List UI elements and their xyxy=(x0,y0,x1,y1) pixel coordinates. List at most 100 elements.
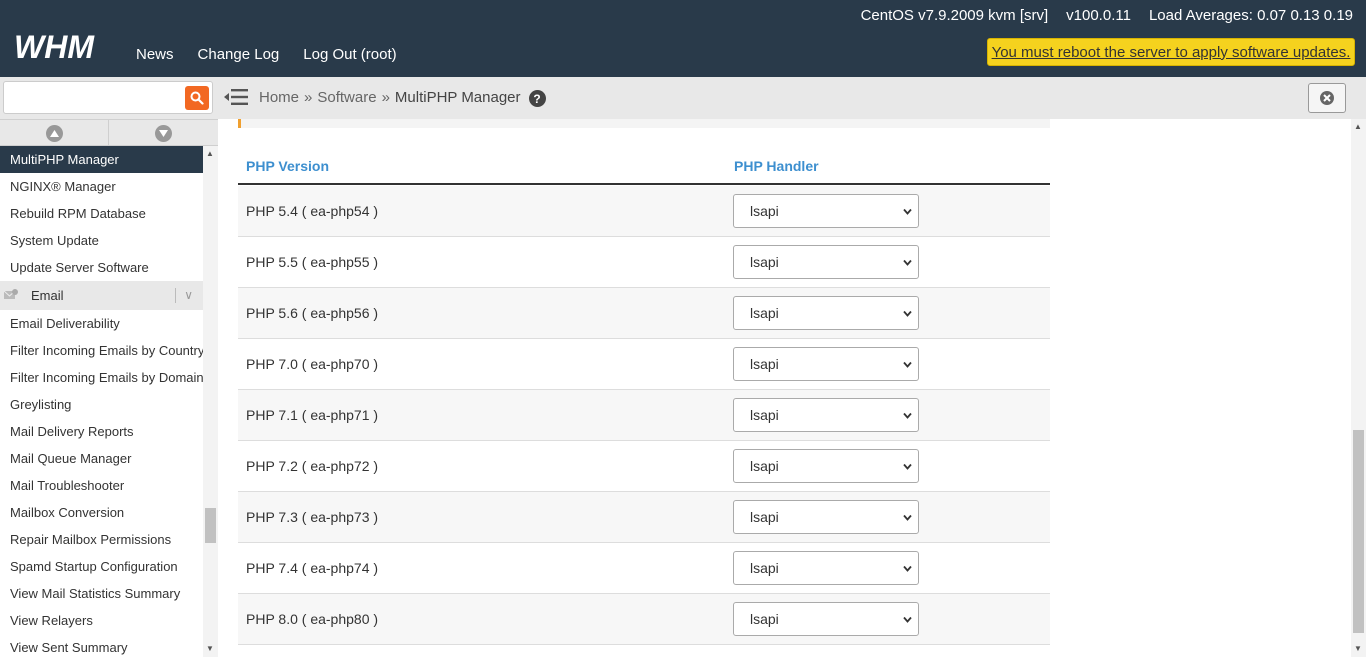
sidebar-search-bar xyxy=(0,77,218,119)
php-version-label: PHP 7.2 ( ea-php72 ) xyxy=(246,458,379,474)
breadcrumb-home-link[interactable]: Home xyxy=(259,89,299,106)
notice-strip xyxy=(238,119,1050,128)
reboot-notice-link[interactable]: You must reboot the server to apply soft… xyxy=(987,38,1355,66)
search-icon xyxy=(190,91,204,105)
top-header: WHM News Change Log Log Out (root) CentO… xyxy=(0,0,1366,77)
chevron-up-icon xyxy=(49,129,59,137)
chevron-down-icon xyxy=(903,616,912,623)
php-handler-select[interactable]: lsapi xyxy=(733,449,919,483)
breadcrumb-separator: » xyxy=(304,89,313,106)
scroll-down-arrow-icon[interactable]: ▼ xyxy=(1354,644,1362,653)
chevron-down-icon xyxy=(903,412,912,419)
svg-text:WHM: WHM xyxy=(14,30,95,64)
sidebar-scroll-down-button[interactable] xyxy=(109,120,218,146)
main-scrollbar[interactable]: ▲ ▼ xyxy=(1351,119,1366,657)
php-version-label: PHP 8.0 ( ea-php80 ) xyxy=(246,611,379,627)
load-averages: Load Averages: 0.07 0.13 0.19 xyxy=(1148,7,1353,24)
chevron-down-icon xyxy=(903,259,912,266)
sidebar-item-mail-queue-manager[interactable]: Mail Queue Manager xyxy=(0,445,203,472)
chevron-down-icon xyxy=(903,310,912,317)
php-handler-select[interactable]: lsapi xyxy=(733,245,919,279)
sidebar-scroll-up-button[interactable] xyxy=(0,120,109,146)
chevron-down-icon[interactable]: ∨ xyxy=(184,281,193,310)
chevron-down-icon xyxy=(903,463,912,470)
sidebar-item-multiphp-manager[interactable]: MultiPHP Manager xyxy=(0,146,203,173)
whm-logo[interactable]: WHM xyxy=(14,30,118,64)
chevron-down-icon xyxy=(903,361,912,368)
table-row: PHP 7.1 ( ea-php71 ) lsapi xyxy=(238,390,1050,441)
menu-toggle-icon[interactable] xyxy=(224,87,248,107)
sidebar-item-email-deliverability[interactable]: Email Deliverability xyxy=(0,310,203,337)
sidebar-scroll-thumb[interactable] xyxy=(205,508,216,543)
sidebar-item-mail-delivery-reports[interactable]: Mail Delivery Reports xyxy=(0,418,203,445)
table-header: PHP Version PHP Handler xyxy=(238,150,1050,185)
nav-news-link[interactable]: News xyxy=(136,46,174,63)
php-version-label: PHP 5.5 ( ea-php55 ) xyxy=(246,254,379,270)
sidebar-item-system-update[interactable]: System Update xyxy=(0,227,203,254)
os-info: CentOS v7.9.2009 kvm [srv] xyxy=(860,7,1049,24)
php-version-label: PHP 7.0 ( ea-php70 ) xyxy=(246,356,379,372)
chevron-down-icon xyxy=(903,514,912,521)
sidebar-item-spamd-startup-config[interactable]: Spamd Startup Configuration xyxy=(0,553,203,580)
scroll-up-arrow-icon[interactable]: ▲ xyxy=(206,149,214,158)
breadcrumb-bar: Home » Software » MultiPHP Manager ? xyxy=(218,77,1366,119)
chevron-down-icon xyxy=(903,208,912,215)
top-nav: News Change Log Log Out (root) xyxy=(136,46,421,63)
php-handler-table: PHP 5.4 ( ea-php54 ) lsapi PHP 5.5 ( ea-… xyxy=(238,186,1050,645)
column-header-php-handler[interactable]: PHP Handler xyxy=(734,158,819,174)
table-row: PHP 8.0 ( ea-php80 ) lsapi xyxy=(238,594,1050,645)
sidebar-item-view-mail-statistics[interactable]: View Mail Statistics Summary xyxy=(0,580,203,607)
chevron-down-icon xyxy=(159,129,168,137)
search-button[interactable] xyxy=(185,86,209,110)
scroll-up-arrow-icon[interactable]: ▲ xyxy=(1354,122,1362,131)
close-button[interactable] xyxy=(1308,83,1346,113)
sidebar-item-view-sent-summary[interactable]: View Sent Summary xyxy=(0,634,203,657)
sidebar-item-mailbox-conversion[interactable]: Mailbox Conversion xyxy=(0,499,203,526)
breadcrumb-separator: » xyxy=(381,89,390,106)
table-row: PHP 5.4 ( ea-php54 ) lsapi xyxy=(238,186,1050,237)
email-category-icon xyxy=(4,289,18,299)
sidebar-category-email[interactable]: Email ∨ xyxy=(0,281,203,310)
scroll-down-arrow-icon[interactable]: ▼ xyxy=(206,644,214,653)
php-handler-select[interactable]: lsapi xyxy=(733,602,919,636)
table-row: PHP 7.3 ( ea-php73 ) lsapi xyxy=(238,492,1050,543)
sidebar-scroll-controls xyxy=(0,119,218,146)
column-header-php-version[interactable]: PHP Version xyxy=(246,158,329,174)
breadcrumb-software-link[interactable]: Software xyxy=(317,89,376,106)
nav-changelog-link[interactable]: Change Log xyxy=(198,46,280,63)
sidebar-item-view-relayers[interactable]: View Relayers xyxy=(0,607,203,634)
system-info: CentOS v7.9.2009 kvm [srv] v100.0.11 Loa… xyxy=(861,7,1353,24)
sidebar-menu: MultiPHP Manager NGINX® Manager Rebuild … xyxy=(0,146,203,657)
chevron-down-icon xyxy=(903,565,912,572)
table-row: PHP 7.2 ( ea-php72 ) lsapi xyxy=(238,441,1050,492)
php-handler-select[interactable]: lsapi xyxy=(733,398,919,432)
sidebar-item-mail-troubleshooter[interactable]: Mail Troubleshooter xyxy=(0,472,203,499)
sidebar-item-filter-by-domain[interactable]: Filter Incoming Emails by Domain xyxy=(0,364,203,391)
nav-logout-link[interactable]: Log Out (root) xyxy=(303,46,396,63)
php-version-label: PHP 5.6 ( ea-php56 ) xyxy=(246,305,379,321)
close-icon xyxy=(1320,91,1334,105)
sidebar-item-filter-by-country[interactable]: Filter Incoming Emails by Country xyxy=(0,337,203,364)
php-version-label: PHP 5.4 ( ea-php54 ) xyxy=(246,203,379,219)
php-handler-select[interactable]: lsapi xyxy=(733,194,919,228)
main-scroll-thumb[interactable] xyxy=(1353,430,1364,633)
php-handler-select[interactable]: lsapi xyxy=(733,347,919,381)
sidebar-item-update-server-software[interactable]: Update Server Software xyxy=(0,254,203,281)
php-handler-select[interactable]: lsapi xyxy=(733,296,919,330)
sidebar-item-repair-mailbox-permissions[interactable]: Repair Mailbox Permissions xyxy=(0,526,203,553)
table-row: PHP 5.6 ( ea-php56 ) lsapi xyxy=(238,288,1050,339)
sidebar-search-input[interactable] xyxy=(3,81,213,114)
sidebar-scrollbar[interactable]: ▲ ▼ xyxy=(203,146,218,657)
php-handler-select[interactable]: lsapi xyxy=(733,551,919,585)
php-handler-select[interactable]: lsapi xyxy=(733,500,919,534)
table-row: PHP 7.0 ( ea-php70 ) lsapi xyxy=(238,339,1050,390)
table-row: PHP 7.4 ( ea-php74 ) lsapi xyxy=(238,543,1050,594)
sidebar-category-label: Email xyxy=(31,288,64,303)
version-info: v100.0.11 xyxy=(1066,7,1131,24)
table-row: PHP 5.5 ( ea-php55 ) lsapi xyxy=(238,237,1050,288)
sidebar-item-rebuild-rpm-database[interactable]: Rebuild RPM Database xyxy=(0,200,203,227)
sidebar-item-nginx-manager[interactable]: NGINX® Manager xyxy=(0,173,203,200)
breadcrumb: Home » Software » MultiPHP Manager ? xyxy=(259,88,546,107)
sidebar-item-greylisting[interactable]: Greylisting xyxy=(0,391,203,418)
help-icon[interactable]: ? xyxy=(528,90,546,107)
